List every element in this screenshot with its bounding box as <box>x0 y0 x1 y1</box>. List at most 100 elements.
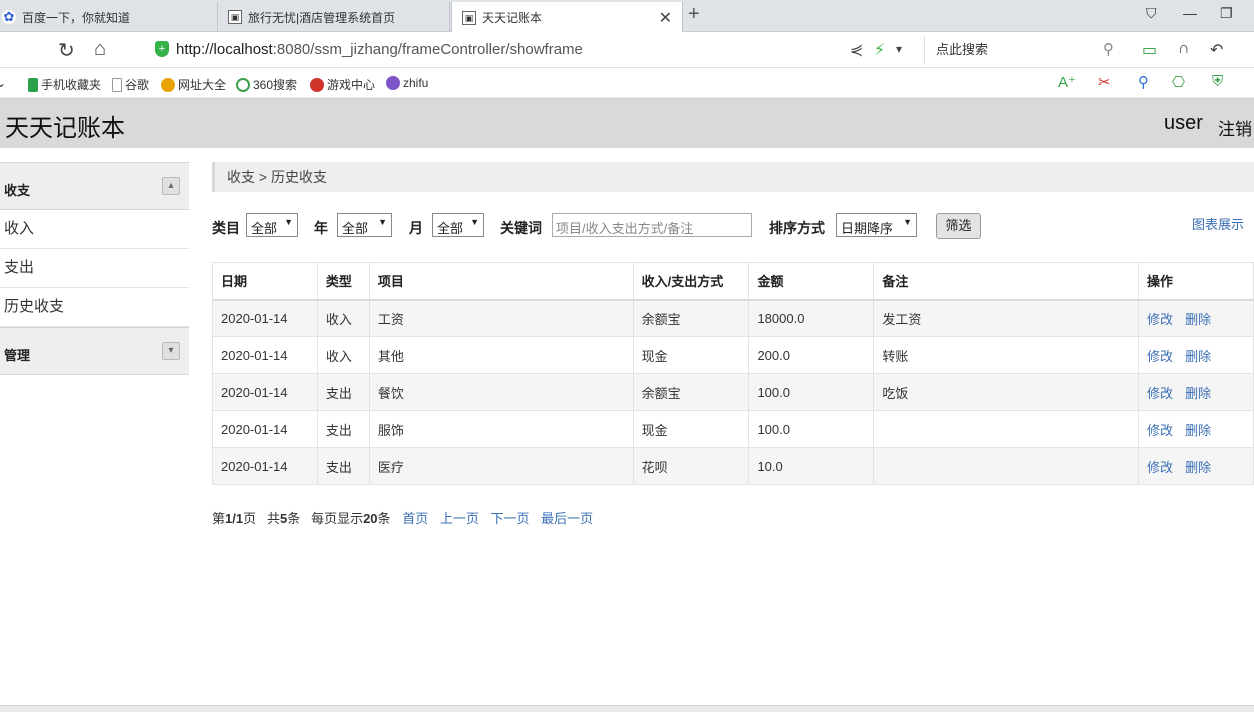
delete-link[interactable]: 删除 <box>1185 312 1211 327</box>
refresh-icon[interactable]: ↻ <box>58 38 75 63</box>
logout-link[interactable]: 注销 <box>1218 115 1252 140</box>
bookmark-games[interactable]: 游戏中心 <box>310 76 375 93</box>
prev-page-link[interactable]: 上一页 <box>440 511 479 526</box>
delete-link[interactable]: 删除 <box>1185 460 1211 475</box>
bookmark-mobile[interactable]: 手机收藏夹 <box>28 76 101 93</box>
tab-baidu[interactable]: ✿ 百度一下，你就知道 <box>0 2 218 32</box>
cell-method: 现金 <box>633 336 750 374</box>
app-title: 天天记账本 <box>5 115 125 142</box>
edit-link[interactable]: 修改 <box>1147 423 1173 438</box>
file-icon <box>112 77 122 92</box>
lightning-icon[interactable]: ⚡ <box>874 40 885 60</box>
delete-link[interactable]: 删除 <box>1185 349 1211 364</box>
sidebar-group-manage[interactable]: 管理 ▾ <box>0 327 189 375</box>
browser-search-box[interactable]: 点此搜索 ⚲ <box>924 36 1124 64</box>
dropdown-caret-icon: ▼ <box>378 217 387 227</box>
new-tab-icon[interactable]: + <box>688 3 700 26</box>
next-page-link[interactable]: 下一页 <box>490 511 529 526</box>
cell-note <box>873 447 1140 485</box>
tab-jizhang[interactable]: ▣ 天天记账本 ✕ <box>451 2 683 33</box>
phone-icon <box>28 77 38 92</box>
first-page-link[interactable]: 首页 <box>402 511 428 526</box>
sidebar-group-label: 收支 <box>4 183 31 198</box>
shield-check-icon[interactable]: ⛨ <box>1212 73 1223 90</box>
cell-method: 余额宝 <box>633 299 750 337</box>
restore-icon[interactable]: ❐ <box>1220 5 1233 22</box>
edit-link[interactable]: 修改 <box>1147 460 1173 475</box>
cell-item: 医疗 <box>369 447 634 485</box>
close-icon[interactable]: ✕ <box>659 8 672 28</box>
cell-actions: 修改 删除 <box>1138 447 1254 485</box>
cell-amount: 100.0 <box>748 410 875 448</box>
tab-title: 天天记账本 <box>482 11 543 25</box>
edit-link[interactable]: 修改 <box>1147 312 1173 327</box>
cell-actions: 修改 删除 <box>1138 410 1254 448</box>
translate-icon[interactable]: A⁺ <box>1058 73 1076 91</box>
edit-link[interactable]: 修改 <box>1147 349 1173 364</box>
headphones-icon[interactable]: ∩ <box>1178 40 1190 58</box>
shirt-icon[interactable]: ⛉ <box>1146 5 1157 22</box>
bookmark-google[interactable]: 谷歌 <box>112 76 149 93</box>
tab-hotel[interactable]: ▣ 旅行无忧|酒店管理系统首页 <box>218 2 450 32</box>
user-name: user <box>1164 112 1203 134</box>
sidebar-item-income[interactable]: 收入 <box>0 210 189 249</box>
dropdown-caret-icon: ▼ <box>470 217 479 227</box>
url-path: :8080/ssm_jizhang/frameController/showfr… <box>272 41 583 58</box>
sidebar-item-expense[interactable]: 支出 <box>0 249 189 288</box>
filter-button[interactable]: 筛选 <box>936 213 981 239</box>
category-select[interactable]: 全部 ▼ <box>246 213 298 237</box>
bookmark-360[interactable]: 360搜索 <box>236 76 297 93</box>
url-field[interactable]: http://localhost:8080/ssm_jizhang/frameC… <box>176 41 583 58</box>
month-select[interactable]: 全部 ▼ <box>432 213 484 237</box>
last-page-link[interactable]: 最后一页 <box>541 511 593 526</box>
bookmark-zhifu[interactable]: zhifu <box>386 76 428 90</box>
sort-select[interactable]: 日期降序 ▼ <box>836 213 917 237</box>
sidebar-group-income-expense[interactable]: 收支 ▴ <box>0 162 189 210</box>
delete-link[interactable]: 删除 <box>1185 386 1211 401</box>
cell-amount: 18000.0 <box>748 299 875 337</box>
cell-date: 2020-01-14 <box>212 410 318 448</box>
pagination: 第1/1页 共5条 每页显示20条 首页 上一页 下一页 最后一页 <box>212 508 593 527</box>
collapse-icon[interactable]: ▴ <box>162 177 180 195</box>
cell-method: 现金 <box>633 410 750 448</box>
cell-item: 餐饮 <box>369 373 634 411</box>
year-select[interactable]: 全部 ▼ <box>337 213 392 237</box>
baidu-paw-icon: ✿ <box>2 9 16 24</box>
undo-icon[interactable]: ↶ <box>1210 40 1223 60</box>
url-host: http://localhost <box>176 41 273 58</box>
cell-note: 转账 <box>873 336 1140 374</box>
month-label: 月 <box>409 220 423 236</box>
delete-link[interactable]: 删除 <box>1185 423 1211 438</box>
share-icon[interactable]: ⋞ <box>850 40 863 60</box>
cell-method: 余额宝 <box>633 373 750 411</box>
column-header-item: 项目 <box>369 262 634 301</box>
cell-actions: 修改 删除 <box>1138 299 1254 337</box>
sidebar-item-history[interactable]: 历史收支 <box>0 288 189 327</box>
bookmark-daquan[interactable]: 网址大全 <box>161 76 226 93</box>
chevron-down-icon[interactable]: ▾ <box>896 42 902 56</box>
home-icon[interactable]: ⌂ <box>94 38 106 61</box>
battery-icon[interactable]: ▭ <box>1142 40 1157 60</box>
gamepad-icon[interactable]: ⎔ <box>1172 73 1185 91</box>
keyword-input[interactable]: 项目/收入支出方式/备注 <box>552 213 752 237</box>
bookmark-folder-icon[interactable]: ⌄ <box>0 76 6 90</box>
minimize-icon[interactable]: — <box>1183 5 1197 21</box>
search-icon[interactable]: ⚲ <box>1103 36 1114 64</box>
column-header-date: 日期 <box>212 262 318 301</box>
page-icon: ▣ <box>462 10 476 25</box>
total-prefix: 共 <box>266 511 280 526</box>
cell-date: 2020-01-14 <box>212 373 318 411</box>
browser-tab-bar: ✿ 百度一下，你就知道 ▣ 旅行无忧|酒店管理系统首页 ▣ 天天记账本 ✕ + … <box>0 0 1254 33</box>
cell-item: 服饰 <box>369 410 634 448</box>
scissors-icon[interactable]: ✂ <box>1098 73 1111 91</box>
chart-view-link[interactable]: 图表展示 <box>1192 214 1244 233</box>
daquan-icon <box>161 77 175 92</box>
edit-link[interactable]: 修改 <box>1147 386 1173 401</box>
cell-note: 发工资 <box>873 299 1140 337</box>
cell-actions: 修改 删除 <box>1138 336 1254 374</box>
expand-icon[interactable]: ▾ <box>162 342 180 360</box>
column-header-method: 收入/支出方式 <box>633 262 750 301</box>
cell-type: 支出 <box>317 447 370 485</box>
back-icon[interactable]: ‹ <box>0 38 1 61</box>
magnifier-icon[interactable]: ⚲ <box>1138 73 1149 91</box>
